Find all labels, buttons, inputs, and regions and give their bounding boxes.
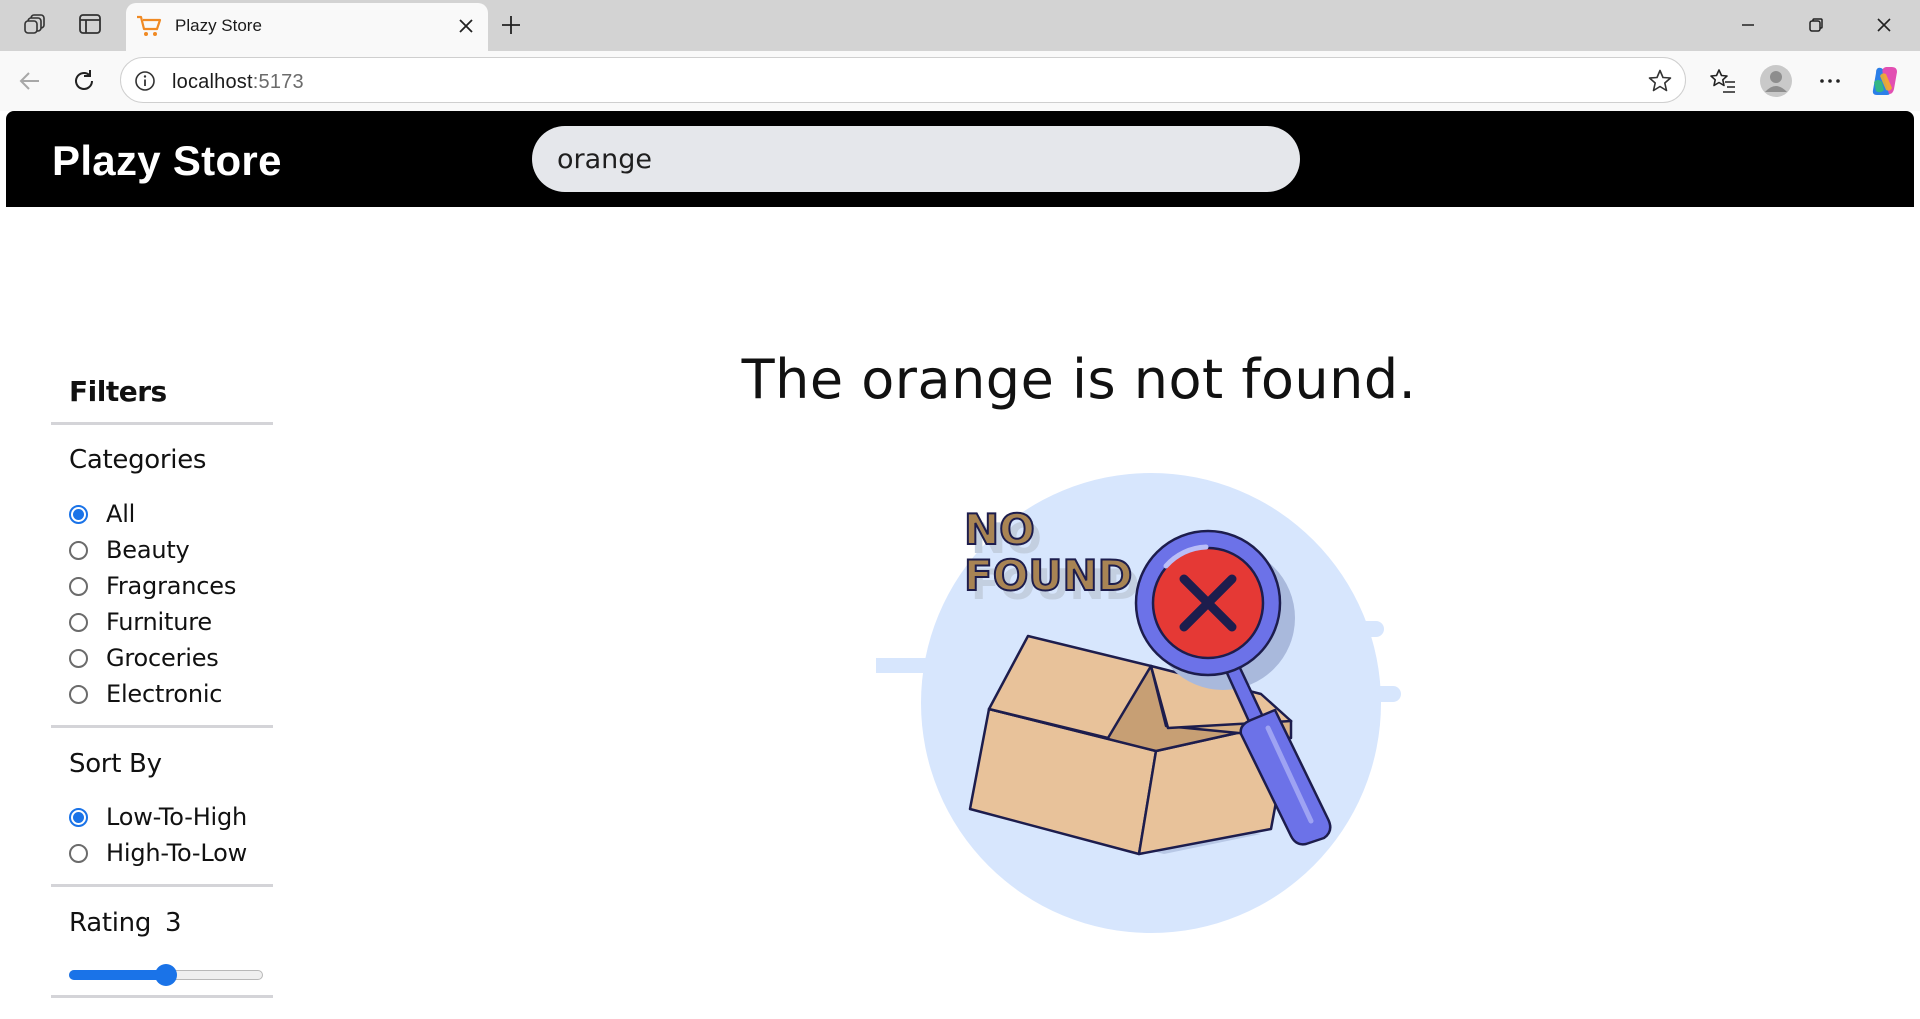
not-found-message: The orange is not found. bbox=[741, 348, 1417, 411]
illustration-text: NO bbox=[964, 505, 1035, 554]
browser-toolbar: localhost:5173 bbox=[0, 51, 1920, 111]
sort-option-low-to-high[interactable]: Low-To-High bbox=[69, 802, 247, 832]
category-option-furniture[interactable]: Furniture bbox=[69, 607, 212, 637]
profile-avatar-icon[interactable] bbox=[1757, 62, 1795, 100]
rating-label: Rating bbox=[69, 908, 152, 938]
category-radio-furniture[interactable] bbox=[69, 612, 88, 632]
minimize-icon[interactable] bbox=[1724, 8, 1772, 42]
filters-title: Filters bbox=[69, 375, 167, 408]
sort-radio-high-to-low[interactable] bbox=[69, 843, 88, 863]
divider bbox=[51, 884, 273, 887]
illustration-text: FOUND bbox=[964, 551, 1133, 600]
category-label: All bbox=[106, 500, 136, 528]
divider bbox=[51, 422, 273, 425]
category-radio-fragrances[interactable] bbox=[69, 576, 88, 596]
category-option-fragrances[interactable]: Fragrances bbox=[69, 571, 236, 601]
close-window-icon[interactable] bbox=[1860, 8, 1908, 42]
more-options-icon[interactable] bbox=[1811, 62, 1849, 100]
reload-icon[interactable] bbox=[66, 63, 102, 99]
category-option-groceries[interactable]: Groceries bbox=[69, 643, 219, 673]
site-brand[interactable]: Plazy Store bbox=[52, 137, 282, 185]
rating-title: Rating 3 bbox=[69, 908, 182, 938]
category-label: Fragrances bbox=[106, 572, 237, 600]
illustration-streak bbox=[1331, 686, 1401, 702]
category-option-electronic[interactable]: Electronic bbox=[69, 679, 223, 709]
category-radio-electronic[interactable] bbox=[69, 684, 88, 704]
rating-slider[interactable] bbox=[69, 963, 263, 987]
page-viewport: Plazy Store Filters Categories All Beaut… bbox=[6, 111, 1914, 1014]
url-text: localhost:5173 bbox=[172, 71, 304, 94]
active-tab[interactable]: Plazy Store bbox=[126, 3, 488, 51]
sort-option-high-to-low[interactable]: High-To-Low bbox=[69, 838, 247, 868]
url-host: localhost bbox=[172, 71, 253, 93]
not-found-illustration: NO FOUND NO FOUND bbox=[876, 473, 1401, 933]
sort-radio-low-to-high[interactable] bbox=[69, 807, 88, 827]
workspaces-icon[interactable] bbox=[19, 9, 53, 39]
favorites-list-icon[interactable] bbox=[1704, 62, 1742, 100]
back-icon[interactable] bbox=[12, 63, 48, 99]
site-header: Plazy Store bbox=[6, 111, 1914, 207]
illustration-streak bbox=[876, 658, 1009, 673]
address-bar[interactable]: localhost:5173 bbox=[120, 57, 1686, 103]
favorite-star-icon[interactable] bbox=[1647, 68, 1673, 94]
url-port: :5173 bbox=[252, 71, 304, 93]
cart-favicon-icon bbox=[136, 14, 162, 38]
sort-label: Low-To-High bbox=[106, 803, 248, 831]
new-tab-icon[interactable] bbox=[496, 10, 526, 40]
categories-title: Categories bbox=[69, 445, 207, 475]
category-radio-beauty[interactable] bbox=[69, 540, 88, 560]
category-label: Furniture bbox=[106, 608, 212, 636]
slider-fill bbox=[69, 970, 166, 980]
copilot-icon[interactable] bbox=[1866, 62, 1904, 100]
tab-title: Plazy Store bbox=[175, 16, 262, 35]
slider-thumb[interactable] bbox=[155, 964, 177, 986]
close-tab-icon[interactable] bbox=[454, 14, 478, 38]
browser-tab-bar: Plazy Store bbox=[0, 0, 1920, 51]
category-label: Groceries bbox=[106, 644, 219, 672]
category-option-beauty[interactable]: Beauty bbox=[69, 535, 190, 565]
category-radio-groceries[interactable] bbox=[69, 648, 88, 668]
site-info-icon[interactable] bbox=[133, 69, 157, 93]
divider bbox=[51, 995, 273, 998]
vertical-tabs-icon[interactable] bbox=[73, 9, 107, 39]
sort-by-title: Sort By bbox=[69, 749, 162, 779]
category-option-all[interactable]: All bbox=[69, 499, 135, 529]
search-input[interactable] bbox=[532, 126, 1300, 192]
rating-value: 3 bbox=[165, 908, 182, 938]
sort-label: High-To-Low bbox=[106, 839, 248, 867]
category-label: Beauty bbox=[106, 536, 190, 564]
restore-icon[interactable] bbox=[1792, 8, 1840, 42]
category-label: Electronic bbox=[106, 680, 223, 708]
category-radio-all[interactable] bbox=[69, 504, 88, 524]
divider bbox=[51, 725, 273, 728]
